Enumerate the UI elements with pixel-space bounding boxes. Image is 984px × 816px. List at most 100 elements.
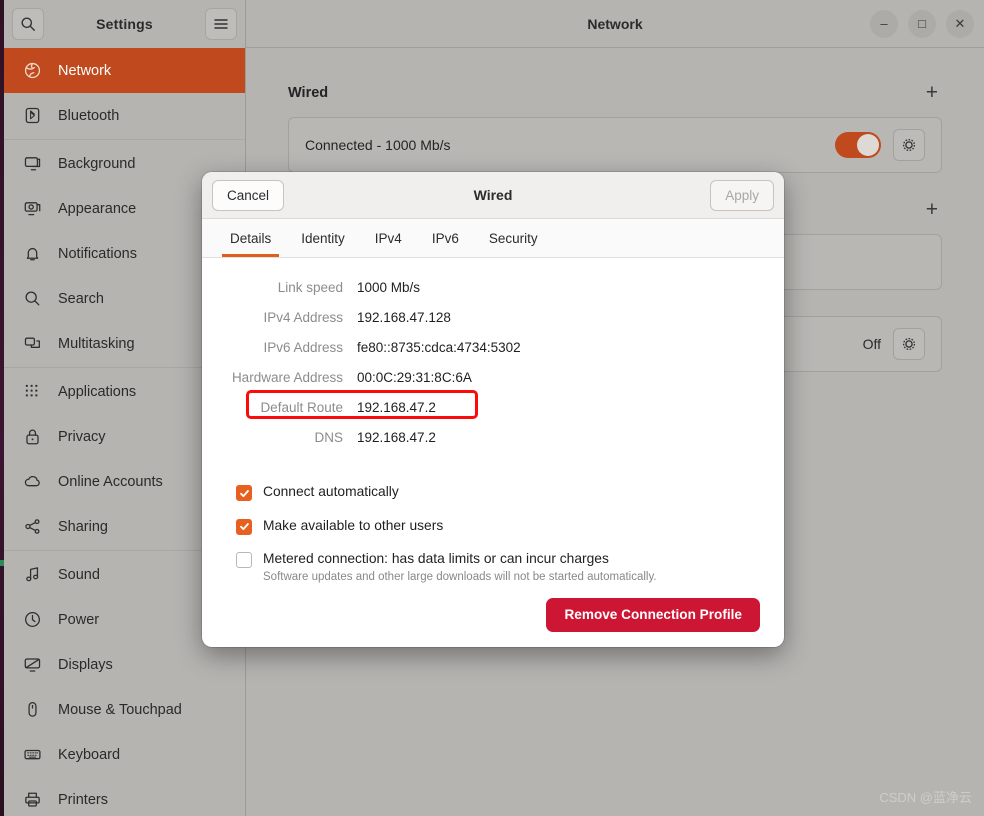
wired-settings-dialog: Cancel Wired Apply Details Identity IPv4 IP… [202, 172, 784, 647]
checkbox-row[interactable]: Metered connection: has data limits or c… [236, 550, 784, 583]
screen: Settings Network Bluetooth Background Appea… [0, 0, 984, 816]
checkbox-row[interactable]: Connect automatically [236, 483, 784, 502]
detail-row: Hardware Address 00:0C:29:31:8C:6A [202, 370, 784, 393]
printer-icon [22, 790, 42, 810]
sidebar-item-label: Notifications [58, 245, 137, 262]
wired-section-title: Wired [288, 84, 329, 101]
sidebar-item-bluetooth[interactable]: Bluetooth [4, 93, 245, 138]
detail-row: DNS 192.168.47.2 [202, 430, 784, 453]
sidebar-item-label: Bluetooth [58, 107, 120, 124]
hamburger-menu-icon [213, 17, 229, 31]
checkbox-list: Connect automatically Make available to o… [236, 483, 784, 583]
power-icon [22, 610, 42, 630]
tab-details[interactable]: Details [216, 219, 285, 257]
dialog-tabs: Details Identity IPv4 IPv6 Security [202, 219, 784, 258]
detail-list: Link speed 1000 Mb/s IPv4 Address 192.168.4… [202, 280, 784, 453]
detail-key: IPv4 Address [263, 310, 343, 325]
add-vpn-button[interactable]: + [922, 199, 942, 220]
checkbox-unchecked-icon[interactable] [236, 552, 252, 569]
checkbox-checked-icon[interactable] [236, 485, 252, 501]
detail-row: Link speed 1000 Mb/s [202, 280, 784, 303]
sidebar-item-keyboard[interactable]: Keyboard [4, 732, 245, 777]
detail-row: IPv6 Address fe80::8735:cdca:4734:5302 [202, 340, 784, 363]
sidebar-item-printers[interactable]: Printers [4, 777, 245, 816]
maximize-icon: □ [918, 16, 926, 31]
bell-icon [22, 244, 42, 264]
appearance-icon [22, 199, 42, 219]
detail-value: 00:0C:29:31:8C:6A [357, 370, 472, 385]
display-icon [22, 655, 42, 675]
sidebar-header: Settings [4, 0, 245, 48]
gear-icon [901, 137, 917, 153]
sidebar-item-network[interactable]: Network [4, 48, 245, 93]
dialog-footer: Remove Connection Profile [202, 597, 784, 647]
sidebar-item-label: Appearance [58, 200, 137, 217]
tab-identity[interactable]: Identity [287, 219, 359, 257]
sidebar-item-label: Mouse & Touchpad [58, 701, 182, 718]
watermark: CSDN @蓝净云 [879, 790, 972, 805]
wired-row-controls [835, 129, 925, 161]
sidebar-item-label: Sound [58, 566, 100, 583]
checkbox-label: Metered connection: has data limits or c… [263, 551, 609, 567]
cancel-button[interactable]: Cancel [212, 179, 285, 211]
wired-settings-button[interactable] [893, 129, 925, 161]
tab-security[interactable]: Security [475, 219, 552, 257]
gear-icon [901, 336, 917, 352]
detail-key: Default Route [260, 400, 343, 415]
sidebar-item-label: Displays [58, 656, 113, 673]
apply-button[interactable]: Apply [710, 179, 774, 211]
search-button[interactable] [12, 8, 44, 40]
detail-row: Default Route 192.168.47.2 [202, 400, 784, 423]
sidebar-title: Settings [96, 16, 153, 32]
remove-connection-profile-button[interactable]: Remove Connection Profile [546, 597, 760, 632]
checkbox-sublabel: Software updates and other large downloa… [263, 570, 657, 583]
sidebar-item-label: Applications [58, 383, 137, 400]
search-icon [22, 289, 42, 309]
checkbox-label: Connect automatically [263, 484, 399, 499]
close-button[interactable]: ✕ [946, 9, 974, 38]
sidebar-item-label: Sharing [58, 518, 108, 535]
window-titlebar: Network – □ ✕ [246, 0, 984, 48]
sidebar-item-label: Network [58, 62, 112, 79]
checkbox-checked-icon[interactable] [236, 518, 252, 535]
checkbox-row[interactable]: Make available to other users [236, 517, 784, 536]
tab-ipv4[interactable]: IPv4 [361, 219, 416, 257]
wired-status-label: Connected - 1000 Mb/s [305, 137, 451, 153]
detail-value: 192.168.47.2 [357, 400, 436, 415]
sidebar-item-displays[interactable]: Displays [4, 642, 245, 687]
sidebar-item-label: Multitasking [58, 335, 135, 352]
detail-value: 1000 Mb/s [357, 280, 421, 295]
lock-icon [22, 427, 42, 447]
main-menu-button[interactable] [205, 8, 237, 40]
detail-value: 192.168.47.2 [357, 430, 436, 445]
minimize-button[interactable]: – [870, 9, 898, 38]
wired-section-header: Wired + [288, 82, 942, 103]
add-wired-connection-button[interactable]: + [922, 82, 942, 103]
proxy-settings-button[interactable] [893, 328, 925, 360]
tab-ipv6[interactable]: IPv6 [418, 219, 473, 257]
wired-toggle[interactable] [835, 132, 881, 158]
detail-key: Link speed [277, 280, 343, 295]
close-icon: ✕ [954, 15, 966, 31]
detail-row: IPv4 Address 192.168.47.128 [202, 310, 784, 333]
cloud-icon [22, 472, 42, 492]
proxy-status-label: Off [862, 336, 881, 352]
windows-icon [22, 334, 42, 354]
detail-key: DNS [314, 430, 343, 445]
sidebar-item-mouse-touchpad[interactable]: Mouse & Touchpad [4, 687, 245, 732]
checkbox-text: Make available to other users [263, 517, 443, 536]
music-note-icon [22, 565, 42, 585]
toggle-knob [857, 134, 879, 156]
checkbox-text: Metered connection: has data limits or c… [263, 550, 657, 583]
detail-key: IPv6 Address [263, 340, 343, 355]
maximize-button[interactable]: □ [908, 9, 936, 38]
keyboard-icon [22, 745, 42, 765]
desktop-icon [22, 154, 42, 174]
checkbox-text: Connect automatically [263, 483, 399, 502]
search-icon [20, 16, 36, 32]
sidebar-item-label: Search [58, 290, 104, 307]
share-icon [22, 517, 42, 537]
wired-connection-row[interactable]: Connected - 1000 Mb/s [288, 117, 942, 173]
mouse-icon [22, 700, 42, 720]
globe-icon [22, 61, 42, 81]
